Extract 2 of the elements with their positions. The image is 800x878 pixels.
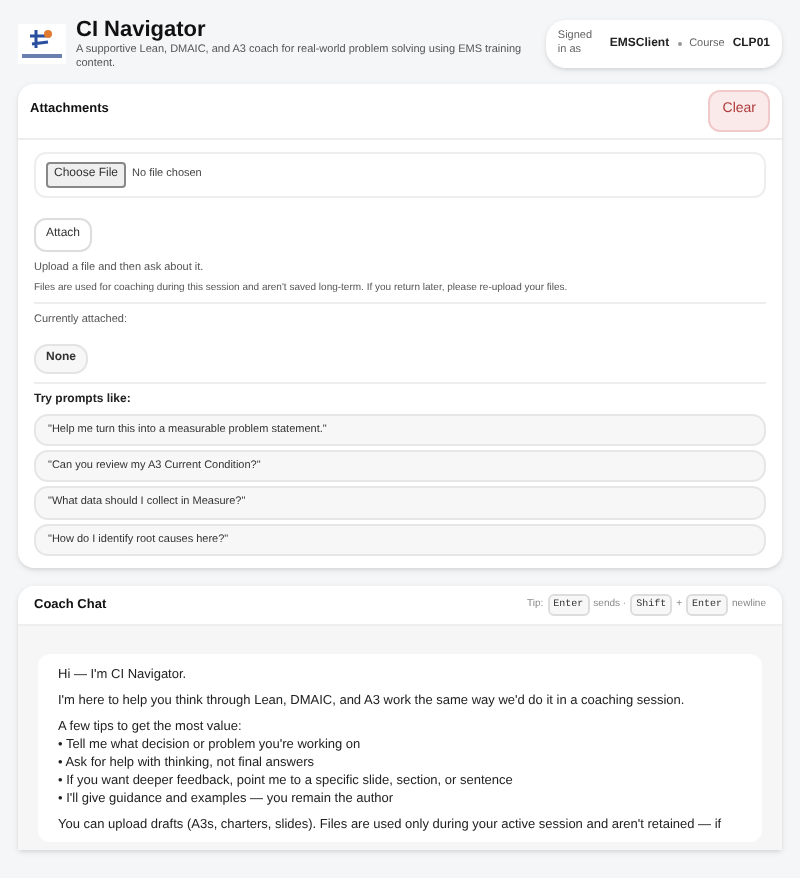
logo-icon [18,24,66,64]
app-title: CI Navigator [76,17,208,43]
